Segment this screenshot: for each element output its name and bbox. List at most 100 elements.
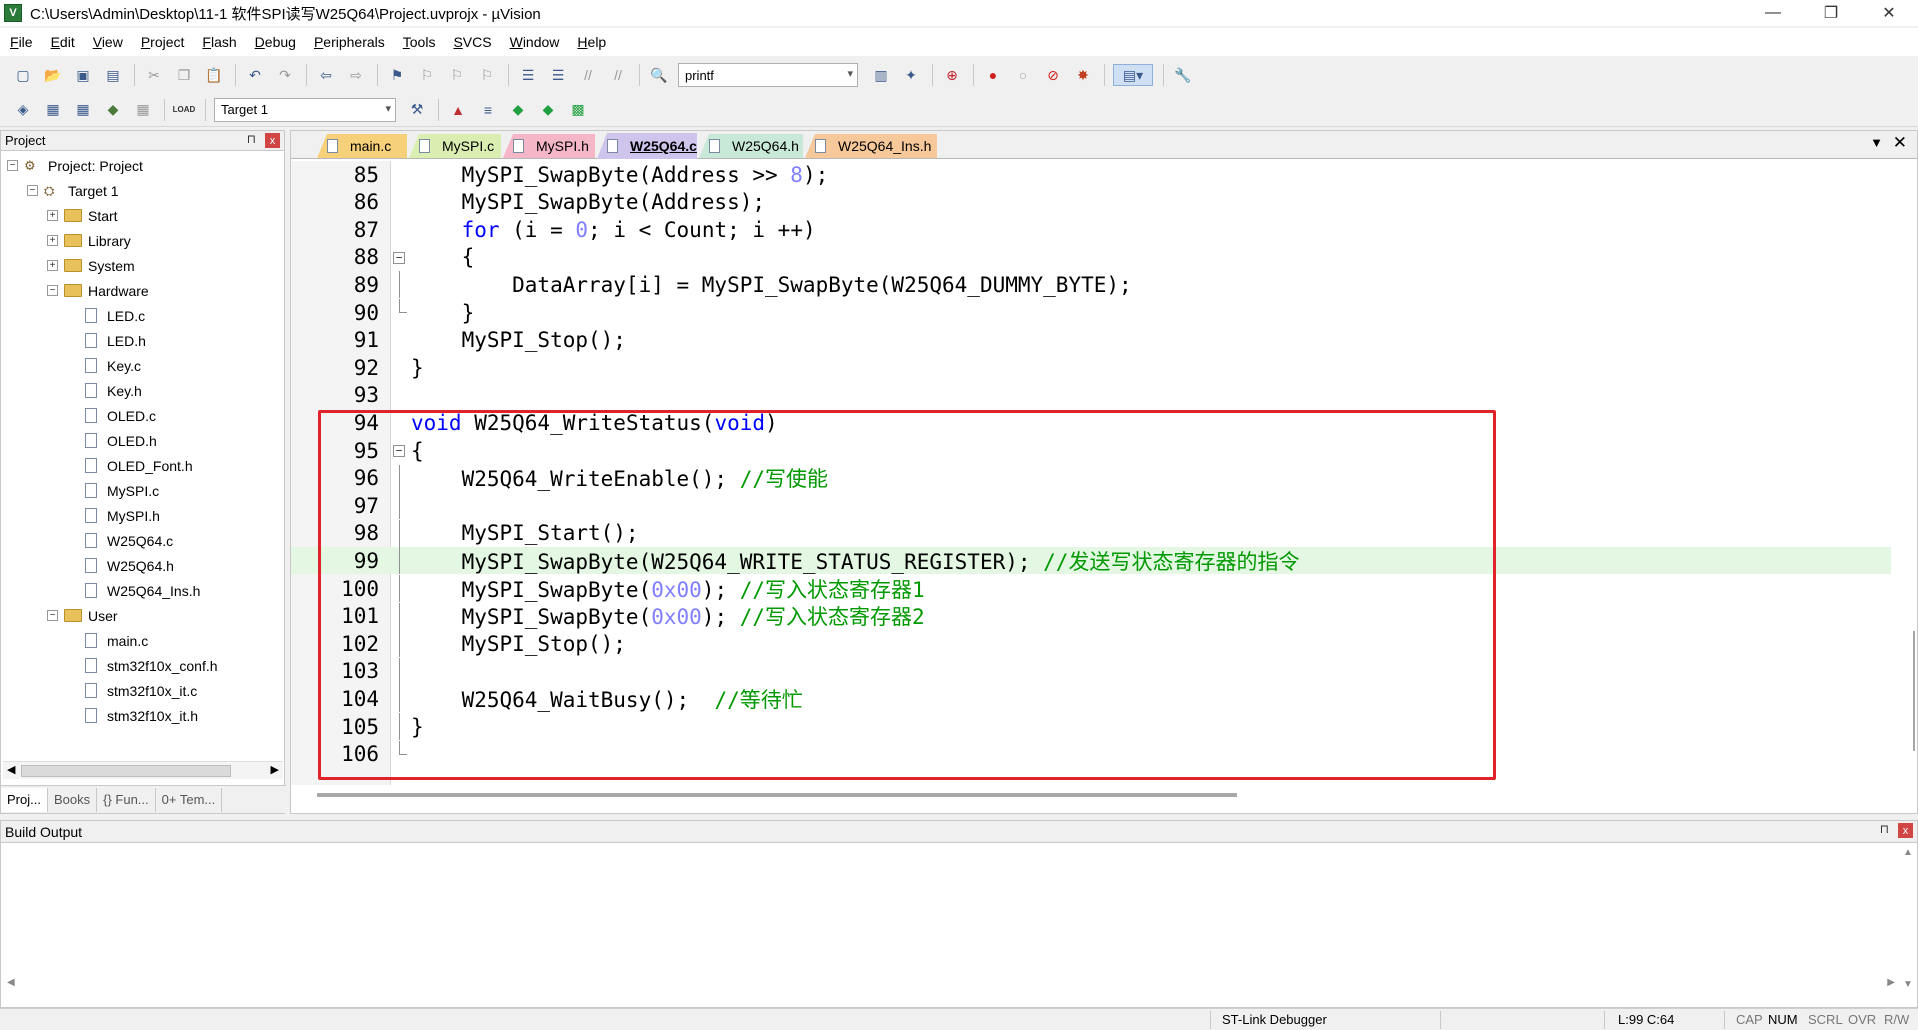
stop-build-icon[interactable]: ▦ xyxy=(132,99,154,121)
scroll-up-icon[interactable]: ▲ xyxy=(1903,847,1913,858)
software-packs-icon[interactable]: ◆ xyxy=(537,99,559,121)
paste-icon[interactable]: 📋 xyxy=(203,64,225,86)
editor-tab-main-c[interactable]: main.c xyxy=(317,134,407,158)
panel-tab-1[interactable]: Books xyxy=(48,787,98,812)
save-icon[interactable]: ▣ xyxy=(72,64,94,86)
undo-icon[interactable]: ↶ xyxy=(244,64,266,86)
manage-components-icon[interactable]: ▲ xyxy=(447,99,469,121)
code-area[interactable]: 85 MySPI_SwapByte(Address >> 8); 86 MySPI… xyxy=(291,161,1917,785)
editor-tab-myspi-h[interactable]: MySPI.h xyxy=(503,134,595,158)
pack-installer-icon[interactable]: ◆ xyxy=(507,99,529,121)
menu-item-help[interactable]: Help xyxy=(577,34,606,50)
batch-build-icon[interactable]: ◆ xyxy=(102,99,124,121)
window-layout-icon[interactable]: ▤▾ xyxy=(1113,64,1153,86)
scroll-down-icon[interactable]: ▼ xyxy=(1903,979,1913,990)
incremental-find-icon[interactable]: ▥ xyxy=(870,64,892,86)
run-time-env-icon[interactable]: ▩ xyxy=(567,99,589,121)
minimize-button[interactable]: — xyxy=(1744,0,1802,26)
insert-breakpoint-icon[interactable]: ● xyxy=(982,64,1004,86)
tree-item-file[interactable]: stm32f10x_it.h xyxy=(1,703,284,728)
disable-breakpoints-icon[interactable]: ⊘ xyxy=(1042,64,1064,86)
scroll-left-icon[interactable]: ◀ xyxy=(7,763,15,776)
redo-icon[interactable]: ↷ xyxy=(274,64,296,86)
scroll-right-icon[interactable]: ▶ xyxy=(1887,977,1895,988)
close-tab-icon[interactable]: ✕ xyxy=(1893,133,1907,153)
editor-tab-w25q64-c[interactable]: W25Q64.c xyxy=(597,133,697,159)
tree-item-file[interactable]: OLED.c xyxy=(1,403,284,428)
target-select[interactable]: Target 1 ▾ xyxy=(214,97,396,122)
tree-item-group-system[interactable]: + System xyxy=(1,253,284,278)
menu-item-file[interactable]: File xyxy=(10,34,33,50)
close-icon[interactable]: x xyxy=(265,133,280,148)
rebuild-icon[interactable]: ▦ xyxy=(72,99,94,121)
editor-tab-w25q64-h[interactable]: W25Q64.h xyxy=(699,134,803,158)
close-icon[interactable]: x xyxy=(1898,823,1913,838)
tree-item-file[interactable]: stm32f10x_it.c xyxy=(1,678,284,703)
kill-breakpoints-icon[interactable]: ✸ xyxy=(1072,64,1094,86)
menu-item-peripherals[interactable]: Peripherals xyxy=(314,34,385,50)
comment-icon[interactable]: // xyxy=(577,64,599,86)
tree-item-file[interactable]: stm32f10x_conf.h xyxy=(1,653,284,678)
tree-item-project-root[interactable]: − ⚙ Project: Project xyxy=(1,153,284,178)
clear-bookmarks-icon[interactable]: ⚐ xyxy=(476,64,498,86)
editor-vscrollbar[interactable] xyxy=(1913,631,1915,751)
tree-item-file[interactable]: LED.c xyxy=(1,303,284,328)
bookmark-icon[interactable]: ⚑ xyxy=(386,64,408,86)
menu-item-window[interactable]: Window xyxy=(510,34,560,50)
tree-item-file[interactable]: MySPI.c xyxy=(1,478,284,503)
browse-icon[interactable]: ✦ xyxy=(900,64,922,86)
download-load-icon[interactable]: LOAD xyxy=(173,99,196,121)
collapse-fold-icon[interactable]: − xyxy=(393,445,405,457)
select-packs-icon[interactable]: ≡ xyxy=(477,99,499,121)
scroll-right-icon[interactable]: ▶ xyxy=(271,763,279,776)
tree-item-group-library[interactable]: + Library xyxy=(1,228,284,253)
close-button[interactable]: ✕ xyxy=(1860,0,1918,26)
save-all-icon[interactable]: ▤ xyxy=(102,64,124,86)
panel-tab-3[interactable]: 0+ Tem... xyxy=(156,787,223,812)
configure-wrench-icon[interactable]: 🔧 xyxy=(1172,64,1194,86)
tree-item-file[interactable]: OLED_Font.h xyxy=(1,453,284,478)
tree-item-file[interactable]: main.c xyxy=(1,628,284,653)
nav-back-icon[interactable]: ⇦ xyxy=(315,64,337,86)
scroll-thumb[interactable] xyxy=(21,765,231,777)
next-bookmark-icon[interactable]: ⚐ xyxy=(446,64,468,86)
panel-tab-2[interactable]: {} Fun... xyxy=(97,787,156,812)
tree-item-group-user[interactable]: − User xyxy=(1,603,284,628)
panel-tab-0[interactable]: Proj... xyxy=(1,787,48,812)
menu-item-flash[interactable]: Flash xyxy=(202,34,236,50)
collapse-icon[interactable]: − xyxy=(7,160,18,171)
menu-item-debug[interactable]: Debug xyxy=(255,34,296,50)
collapse-icon[interactable]: − xyxy=(47,285,58,296)
editor-tab-w25q64-ins-h[interactable]: W25Q64_Ins.h xyxy=(805,134,937,158)
tab-list-dropdown-icon[interactable]: ▼ xyxy=(1870,135,1883,150)
target-options-icon[interactable]: ⚒ xyxy=(406,99,428,121)
tree-item-group-start[interactable]: + Start xyxy=(1,203,284,228)
tree-item-file[interactable]: Key.c xyxy=(1,353,284,378)
uncomment-icon[interactable]: // xyxy=(607,64,629,86)
tree-item-file[interactable]: W25Q64.h xyxy=(1,553,284,578)
editor-hscrollbar[interactable] xyxy=(317,793,1237,797)
pin-icon[interactable]: ⊓ xyxy=(1880,822,1889,836)
nav-forward-icon[interactable]: ⇨ xyxy=(345,64,367,86)
debug-session-icon[interactable]: ⊕ xyxy=(941,64,963,86)
scroll-left-icon[interactable]: ◀ xyxy=(7,977,15,988)
indent-icon[interactable]: ☰ xyxy=(517,64,539,86)
collapse-fold-icon[interactable]: − xyxy=(393,251,405,264)
tree-item-file[interactable]: LED.h xyxy=(1,328,284,353)
menu-item-view[interactable]: View xyxy=(93,34,123,50)
menu-item-project[interactable]: Project xyxy=(141,34,185,50)
collapse-icon[interactable]: − xyxy=(47,610,58,621)
translate-icon[interactable]: ◈ xyxy=(12,99,34,121)
project-hscrollbar[interactable]: ◀ ▶ xyxy=(3,761,283,779)
chevron-down-icon[interactable]: ▾ xyxy=(385,102,391,115)
tree-item-file[interactable]: OLED.h xyxy=(1,428,284,453)
maximize-button[interactable]: ❐ xyxy=(1802,0,1860,26)
editor-tab-myspi-c[interactable]: MySPI.c xyxy=(409,134,501,158)
expand-icon[interactable]: + xyxy=(47,210,58,221)
expand-icon[interactable]: + xyxy=(47,235,58,246)
new-file-icon[interactable]: ▢ xyxy=(12,64,34,86)
tree-item-file[interactable]: W25Q64.c xyxy=(1,528,284,553)
find-combo[interactable]: printf ▾ xyxy=(678,63,858,87)
unindent-icon[interactable]: ☰ xyxy=(547,64,569,86)
menu-item-edit[interactable]: Edit xyxy=(51,34,75,50)
